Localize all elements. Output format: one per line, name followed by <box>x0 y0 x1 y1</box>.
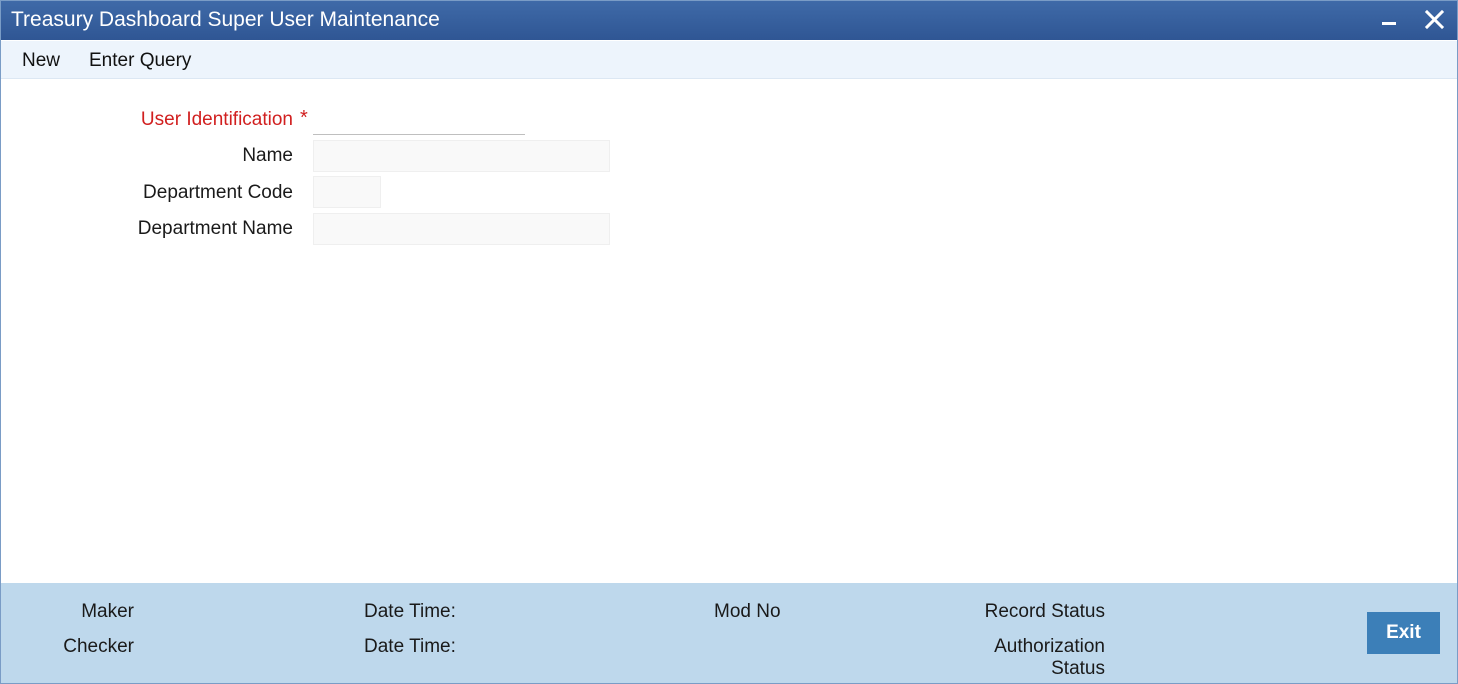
department-code-label: Department Code <box>143 182 293 203</box>
menu-enter-query[interactable]: Enter Query <box>89 50 191 72</box>
maker-datetime-label: Date Time: <box>364 601 456 622</box>
menu-bar: New Enter Query <box>1 41 1457 79</box>
department-code-field[interactable] <box>313 176 381 208</box>
record-status-label: Record Status <box>984 601 1105 622</box>
window-title: Treasury Dashboard Super User Maintenanc… <box>11 8 440 31</box>
audit-footer: Maker Checker Date Time: Date Time: Mod … <box>1 583 1457 683</box>
authorization-status-label-line1: Authorization <box>994 636 1105 657</box>
close-button[interactable] <box>1422 7 1448 33</box>
user-identification-input[interactable] <box>313 108 525 135</box>
title-bar: Treasury Dashboard Super User Maintenanc… <box>1 1 1457 40</box>
maintenance-window: Treasury Dashboard Super User Maintenanc… <box>0 0 1458 684</box>
user-identification-label: User Identification <box>140 109 293 130</box>
name-field[interactable] <box>313 140 610 172</box>
name-label: Name <box>242 145 293 166</box>
minimize-icon <box>1382 22 1396 25</box>
exit-button[interactable]: Exit <box>1367 612 1440 654</box>
menu-new[interactable]: New <box>22 50 60 72</box>
department-name-field[interactable] <box>313 213 610 245</box>
checker-label: Checker <box>63 636 134 657</box>
mod-no-label: Mod No <box>714 601 781 622</box>
checker-datetime-label: Date Time: <box>364 636 456 657</box>
authorization-status-label-line2: Status <box>1051 658 1105 679</box>
minimize-button[interactable] <box>1377 7 1403 33</box>
close-icon <box>1424 9 1445 30</box>
maker-label: Maker <box>81 601 134 622</box>
department-name-label: Department Name <box>137 218 293 239</box>
required-marker: * <box>300 107 308 129</box>
